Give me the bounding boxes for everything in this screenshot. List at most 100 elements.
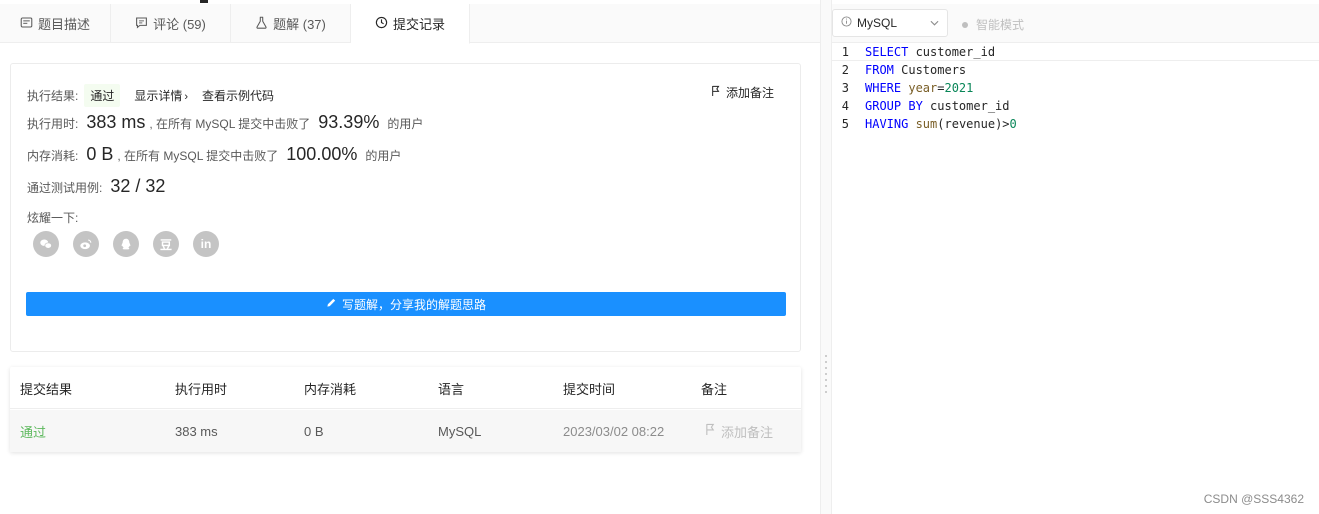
qq-icon[interactable] bbox=[113, 231, 139, 257]
share-row: 炫耀一下: bbox=[27, 209, 78, 226]
tab-solutions[interactable]: 题解 (37) bbox=[231, 4, 351, 43]
memory-users-text: 的用户 bbox=[365, 149, 402, 163]
douban-glyph: 豆 bbox=[159, 237, 172, 252]
code-number: 0 bbox=[1009, 117, 1017, 131]
clock-icon bbox=[375, 16, 388, 32]
runtime-label: 执行用时: bbox=[27, 117, 79, 131]
editor-panel: MySQL 智能模式 1 SELECT customer_id 2 FROM C… bbox=[832, 0, 1319, 514]
table-header: 提交结果 执行用时 内存消耗 语言 提交时间 备注 bbox=[10, 367, 801, 409]
row-memory: 0 B bbox=[304, 423, 324, 439]
wechat-icon[interactable] bbox=[33, 231, 59, 257]
flag-icon bbox=[711, 85, 721, 100]
code-keyword: FROM bbox=[865, 63, 894, 77]
code-operator: = bbox=[937, 81, 945, 95]
line-number: 2 bbox=[841, 63, 849, 77]
header-memory: 内存消耗 bbox=[304, 381, 357, 397]
code-line[interactable]: 4 GROUP BY customer_id bbox=[832, 97, 1319, 115]
result-card: 执行结果: 通过 显示详情 › 查看示例代码 添加备注 执行用时: 383 ms … bbox=[10, 63, 801, 352]
test-cases-row: 通过测试用例: 32 / 32 bbox=[27, 176, 169, 197]
write-solution-label: 写题解，分享我的解题思路 bbox=[341, 297, 486, 312]
line-number: 4 bbox=[841, 99, 849, 113]
code-line[interactable]: 2 FROM Customers bbox=[832, 61, 1319, 79]
line-number: 3 bbox=[841, 81, 849, 95]
code-line[interactable]: 5 HAVING sum (revenue)> 0 bbox=[832, 115, 1319, 133]
code-number: 2021 bbox=[944, 81, 974, 95]
left-panel: 题目描述 评论 (59) 题解 (37) 提交记录 执行结果: 通过 显示详情 ›… bbox=[0, 0, 820, 514]
smart-mode-toggle[interactable]: 智能模式 bbox=[962, 16, 1024, 33]
tab-comments[interactable]: 评论 (59) bbox=[111, 4, 231, 43]
pencil-icon bbox=[326, 297, 337, 311]
header-runtime: 执行用时 bbox=[175, 381, 228, 397]
editor-toolbar: MySQL 智能模式 bbox=[832, 4, 1319, 43]
language-value: MySQL bbox=[857, 16, 898, 30]
add-note-button[interactable]: 添加备注 bbox=[711, 84, 774, 101]
watermark: CSDN @SSS4362 bbox=[1203, 492, 1304, 506]
row-time: 2023/03/02 08:22 bbox=[563, 423, 665, 439]
header-note: 备注 bbox=[701, 381, 728, 397]
row-add-note-label: 添加备注 bbox=[721, 424, 774, 440]
line-number: 5 bbox=[841, 117, 849, 131]
code-text: customer_id bbox=[908, 45, 996, 59]
code-keyword: WHERE bbox=[865, 81, 902, 95]
result-row: 执行结果: 通过 显示详情 › 查看示例代码 bbox=[27, 84, 274, 107]
code-line[interactable]: 1 SELECT customer_id bbox=[832, 43, 1319, 61]
tab-label: 提交记录 bbox=[392, 17, 445, 32]
header-language: 语言 bbox=[438, 381, 465, 397]
language-select[interactable]: MySQL bbox=[832, 9, 948, 37]
memory-label: 内存消耗: bbox=[27, 149, 79, 163]
code-keyword: HAVING bbox=[865, 117, 909, 131]
linkedin-icon[interactable]: in bbox=[193, 231, 219, 257]
line-number: 1 bbox=[841, 45, 849, 59]
code-keyword: SELECT bbox=[865, 45, 909, 59]
share-label: 炫耀一下: bbox=[27, 211, 79, 225]
memory-value: 0 B bbox=[86, 144, 114, 164]
test-cases-label: 通过测试用例: bbox=[27, 181, 103, 195]
tab-submissions[interactable]: 提交记录 bbox=[351, 4, 470, 44]
row-language: MySQL bbox=[438, 423, 482, 439]
flag-icon bbox=[705, 423, 716, 439]
smart-mode-label: 智能模式 bbox=[976, 18, 1025, 32]
runtime-value: 383 ms bbox=[86, 112, 146, 132]
table-row[interactable]: 通过 383 ms 0 B MySQL 2023/03/02 08:22 添加备… bbox=[10, 410, 801, 452]
write-solution-button[interactable]: 写题解，分享我的解题思路 bbox=[26, 292, 786, 316]
chevron-down-icon bbox=[930, 18, 939, 29]
header-result: 提交结果 bbox=[20, 381, 73, 397]
code-keyword: GROUP BY bbox=[865, 99, 923, 113]
row-result[interactable]: 通过 bbox=[20, 410, 46, 452]
view-example-link[interactable]: 查看示例代码 bbox=[202, 87, 274, 104]
code-column: year bbox=[901, 81, 938, 95]
submission-table: 提交结果 执行用时 内存消耗 语言 提交时间 备注 通过 383 ms 0 B … bbox=[10, 367, 801, 452]
code-function: sum bbox=[908, 117, 938, 131]
tab-label: 题目描述 bbox=[37, 17, 90, 32]
code-text: customer_id bbox=[922, 99, 1010, 113]
test-cases-value: 32 / 32 bbox=[110, 176, 166, 196]
add-note-label: 添加备注 bbox=[725, 86, 774, 100]
tab-bar: 题目描述 评论 (59) 题解 (37) 提交记录 bbox=[0, 4, 820, 44]
row-runtime: 383 ms bbox=[175, 423, 218, 439]
chevron-right-icon: › bbox=[184, 91, 189, 103]
info-icon bbox=[841, 16, 852, 30]
runtime-row: 执行用时: 383 ms , 在所有 MySQL 提交中击败了 93.39% 的… bbox=[27, 112, 423, 133]
tab-description[interactable]: 题目描述 bbox=[0, 4, 111, 43]
result-label: 执行结果: bbox=[27, 89, 79, 103]
runtime-users-text: 的用户 bbox=[387, 117, 424, 131]
panel-resizer[interactable] bbox=[820, 0, 832, 514]
code-text: (revenue)> bbox=[937, 117, 1010, 131]
drag-handle-icon[interactable] bbox=[825, 355, 828, 393]
tab-label: 题解 (37) bbox=[273, 17, 326, 32]
code-line[interactable]: 3 WHERE year = 2021 bbox=[832, 79, 1319, 97]
weibo-icon[interactable] bbox=[73, 231, 99, 257]
top-indicator bbox=[200, 0, 208, 3]
show-details-link[interactable]: 显示详情 › bbox=[134, 87, 188, 104]
status-dot-icon bbox=[962, 21, 968, 28]
runtime-text: , 在所有 MySQL 提交中击败了 bbox=[149, 117, 311, 131]
code-editor[interactable]: 1 SELECT customer_id 2 FROM Customers 3 … bbox=[832, 43, 1319, 133]
share-icons: 豆 in bbox=[33, 231, 219, 257]
row-add-note-button[interactable]: 添加备注 bbox=[705, 410, 773, 452]
linkedin-glyph: in bbox=[200, 237, 212, 251]
show-details-text: 显示详情 bbox=[134, 89, 183, 103]
description-icon bbox=[20, 16, 33, 32]
flask-icon bbox=[255, 16, 268, 32]
memory-text: , 在所有 MySQL 提交中击败了 bbox=[117, 149, 279, 163]
douban-icon[interactable]: 豆 bbox=[153, 231, 179, 257]
